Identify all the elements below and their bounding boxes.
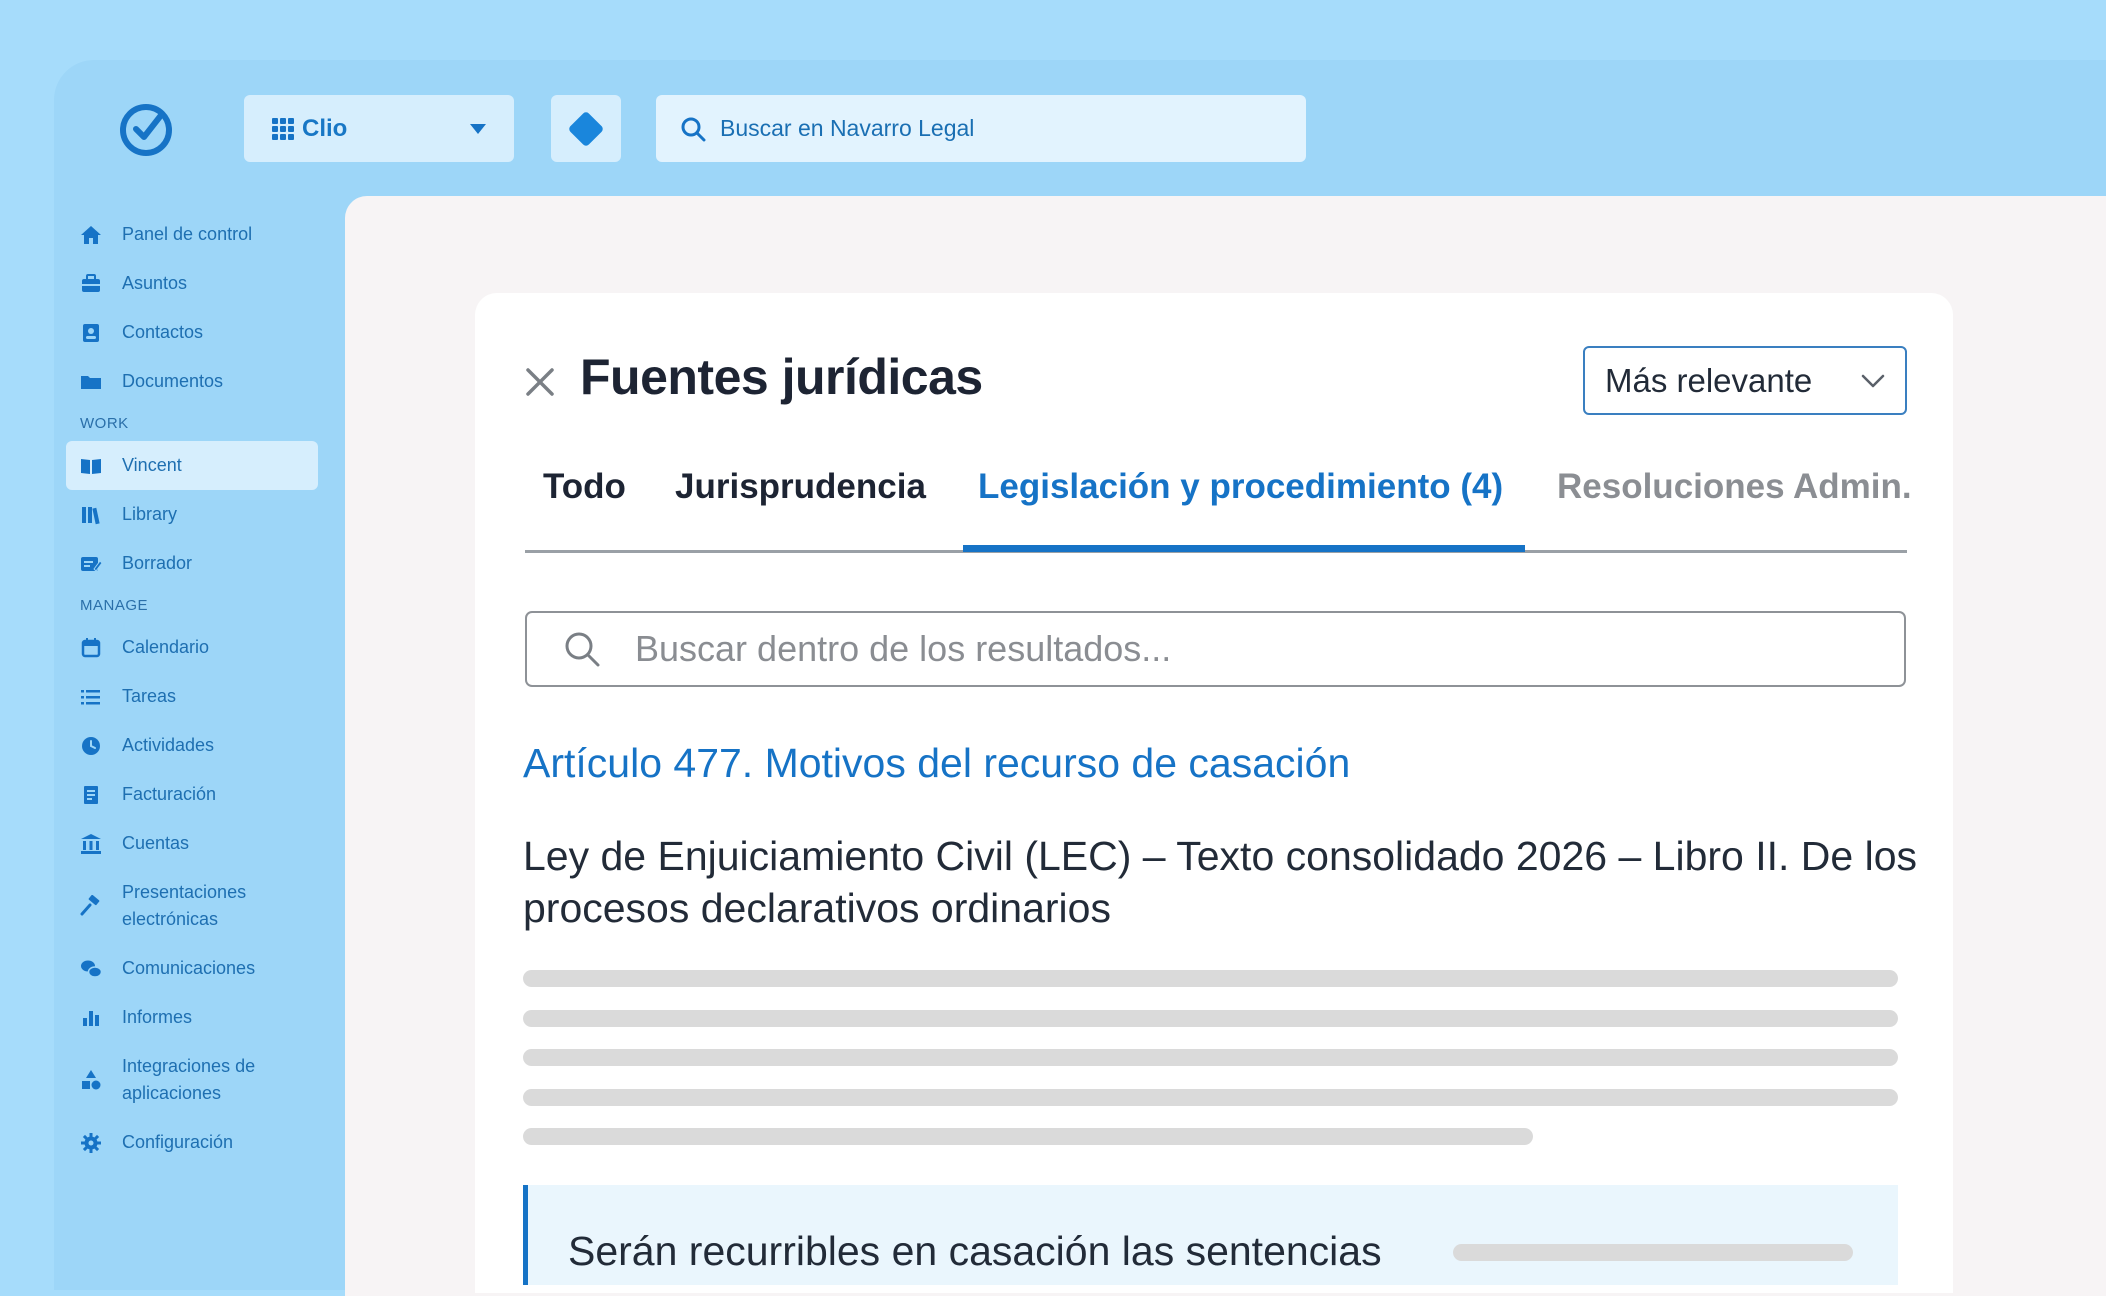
diamond-icon xyxy=(567,110,605,147)
list-icon xyxy=(80,686,102,708)
calendar-icon xyxy=(80,637,102,659)
tab-legislacion-y-procedimiento[interactable]: Legislación y procedimiento (4) xyxy=(978,467,1503,507)
sidebar-item-informes[interactable]: Informes xyxy=(66,993,318,1042)
bank-icon xyxy=(80,833,102,855)
sidebar-item-documentos[interactable]: Documentos xyxy=(66,357,318,406)
shapes-icon xyxy=(80,1069,102,1091)
sidebar-item-calendario[interactable]: Calendario xyxy=(66,623,318,672)
sidebar-item-label: Asuntos xyxy=(122,273,188,293)
sidebar-item-label: Facturación xyxy=(122,784,217,804)
tab-todo[interactable]: Todo xyxy=(543,467,626,507)
caret-down-icon xyxy=(470,123,486,134)
sidebar-item-label: Contactos xyxy=(122,322,204,342)
result-title-link[interactable]: Artículo 477. Motivos del recurso de cas… xyxy=(523,740,1350,787)
sidebar-item-label: Panel de control xyxy=(122,224,253,244)
briefcase-icon xyxy=(80,273,102,295)
sidebar-item-label: Informes xyxy=(122,1007,193,1027)
sidebar-item-tareas[interactable]: Tareas xyxy=(66,672,318,721)
skeleton-line xyxy=(523,1010,1898,1027)
sidebar-item-contactos[interactable]: Contactos xyxy=(66,308,318,357)
skeleton-line xyxy=(523,1089,1898,1106)
sidebar-item-label: Comunicaciones xyxy=(122,958,256,978)
app-switcher-label: Clio xyxy=(302,114,348,142)
clio-logo-icon[interactable] xyxy=(118,102,174,158)
sidebar-item-vincent[interactable]: Vincent xyxy=(66,441,318,490)
skeleton-line xyxy=(523,970,1898,987)
active-tab-indicator xyxy=(963,545,1525,552)
sidebar-item-panel-de-control[interactable]: Panel de control xyxy=(66,210,318,259)
skeleton-line xyxy=(1453,1244,1853,1261)
sidebar-item-label: Documentos xyxy=(122,371,224,391)
sidebar-item-facturacion[interactable]: Facturación xyxy=(66,770,318,819)
search-icon xyxy=(565,632,600,667)
tab-resoluciones-admin[interactable]: Resoluciones Admin. xyxy=(1557,467,1912,507)
sidebar-item-label: Integraciones de aplicaciones xyxy=(122,1056,256,1103)
clock-icon xyxy=(80,735,102,757)
skeleton-line xyxy=(523,1049,1898,1066)
sidebar-item-label: Cuentas xyxy=(122,833,190,853)
sidebar-item-label: Tareas xyxy=(122,686,177,706)
sidebar-item-integraciones-de-aplicaciones[interactable]: Integraciones de aplicaciones xyxy=(66,1042,318,1118)
diamond-button[interactable] xyxy=(551,95,621,162)
sidebar-item-comunicaciones[interactable]: Comunicaciones xyxy=(66,944,318,993)
sidebar-item-label: Library xyxy=(122,504,178,524)
sidebar: Panel de control Asuntos Contactos Docum… xyxy=(66,210,318,1167)
bar-chart-icon xyxy=(80,1007,102,1029)
sidebar-item-label: Calendario xyxy=(122,637,210,657)
sidebar-item-label: Configuración xyxy=(122,1132,234,1152)
sidebar-item-asuntos[interactable]: Asuntos xyxy=(66,259,318,308)
app-switcher-dropdown[interactable]: Clio xyxy=(244,95,514,162)
chat-icon xyxy=(80,958,102,980)
folder-icon xyxy=(80,371,102,393)
gear-icon xyxy=(80,1132,102,1154)
sidebar-item-label: Borrador xyxy=(122,553,193,573)
sort-dropdown[interactable]: Más relevante xyxy=(1583,346,1907,415)
book-open-icon xyxy=(80,455,102,477)
draft-icon xyxy=(80,553,102,575)
result-source-text: Ley de Enjuiciamiento Civil (LEC) – Text… xyxy=(523,833,1917,931)
sidebar-item-library[interactable]: Library xyxy=(66,490,318,539)
sidebar-item-actividades[interactable]: Actividades xyxy=(66,721,318,770)
sidebar-item-label: Actividades xyxy=(122,735,215,755)
sidebar-item-presentaciones-electronicas[interactable]: Presentaciones electrónicas xyxy=(66,868,318,944)
sort-value: Más relevante xyxy=(1605,361,1813,399)
sidebar-item-configuracion[interactable]: Configuración xyxy=(66,1118,318,1167)
home-icon xyxy=(80,224,102,246)
invoice-icon xyxy=(80,784,102,806)
close-icon[interactable] xyxy=(525,367,555,397)
sidebar-item-label: Vincent xyxy=(122,455,182,475)
apps-grid-icon xyxy=(272,117,294,140)
sidebar-item-label: Presentaciones electrónicas xyxy=(122,882,247,929)
search-icon xyxy=(681,117,706,141)
section-label-manage: MANAGE xyxy=(80,597,149,614)
sidebar-item-borrador[interactable]: Borrador xyxy=(66,539,318,588)
skeleton-line xyxy=(523,1128,1533,1145)
result-tabs: Todo Jurisprudencia Legislación y proced… xyxy=(525,455,1912,553)
section-label-work: WORK xyxy=(80,415,129,432)
results-search-input[interactable] xyxy=(635,628,1868,670)
results-search-box[interactable] xyxy=(525,611,1906,687)
tab-jurisprudencia[interactable]: Jurisprudencia xyxy=(675,467,926,507)
panel-title: Fuentes jurídicas xyxy=(580,349,983,405)
global-search-bar[interactable]: Buscar en Navarro Legal xyxy=(656,95,1306,162)
quote-text: Serán recurribles en casación las senten… xyxy=(568,1228,1382,1274)
contact-card-icon xyxy=(80,322,102,344)
sidebar-item-cuentas[interactable]: Cuentas xyxy=(66,819,318,868)
global-search-placeholder: Buscar en Navarro Legal xyxy=(720,115,975,141)
chevron-down-icon xyxy=(1861,374,1885,387)
books-icon xyxy=(80,504,102,526)
gavel-icon xyxy=(80,895,102,917)
